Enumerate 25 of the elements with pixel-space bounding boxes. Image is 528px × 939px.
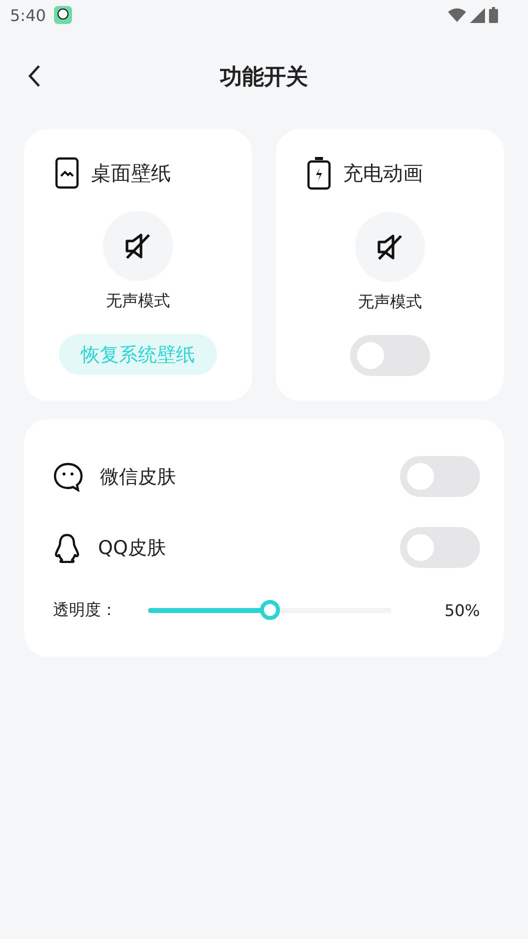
toggle-switch[interactable] [350,335,430,376]
status-time: 5:40 [10,6,46,24]
mode-label: 无声模式 [106,291,170,312]
skin-label: QQ皮肤 [98,536,167,560]
toggle-switch[interactable] [400,456,480,497]
toggle-switch[interactable] [400,527,480,568]
card-title: 充电动画 [343,160,423,187]
slider-thumb[interactable] [260,600,280,620]
mute-icon [375,232,405,262]
signal-icon [470,8,485,22]
mode-label: 无声模式 [358,292,422,313]
mute-icon [123,231,153,261]
opacity-reading: 50% [444,600,480,620]
restore-wallpaper-button[interactable]: 恢复系统壁纸 [59,334,217,375]
opacity-label: 透明度： [53,600,118,620]
app-notification-icon [54,6,72,24]
picture-frame-icon [55,157,79,189]
wifi-icon [448,8,466,22]
battery-icon [489,7,498,23]
page-title: 功能开关 [220,64,308,92]
chat-bubble-icon [53,462,83,492]
skin-label: 微信皮肤 [100,464,177,490]
card-title: 桌面壁纸 [91,160,171,186]
battery-charging-icon [307,157,331,190]
penguin-icon [53,532,81,562]
